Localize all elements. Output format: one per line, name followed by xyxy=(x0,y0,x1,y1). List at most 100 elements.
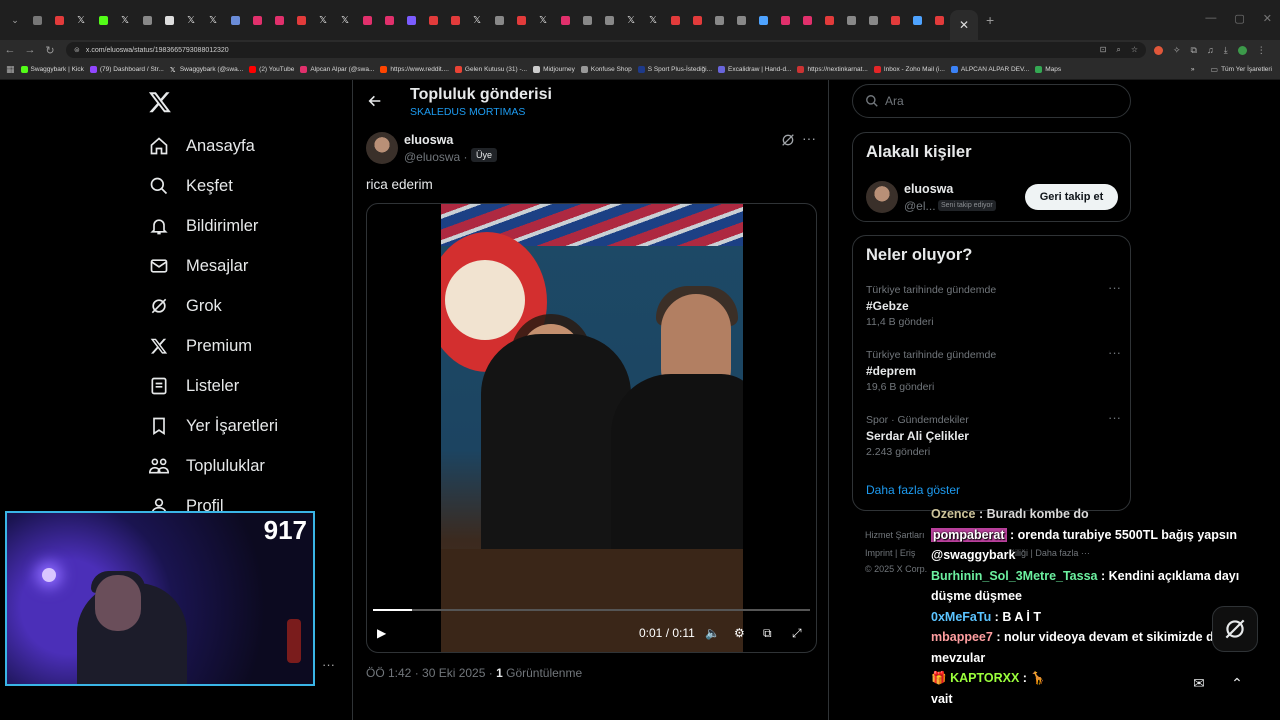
post-timestamp[interactable]: ÖÖ 1:42 · 30 Eki 2025 · xyxy=(366,666,493,680)
nav-item-lists[interactable]: Listeler xyxy=(148,366,278,406)
browser-tab[interactable] xyxy=(862,11,884,29)
video-player[interactable]: ▶ 0:01 / 0:11 🔈 ⚙ ⧉ ⤢ xyxy=(366,203,817,653)
author-name[interactable]: eluoswa xyxy=(404,133,453,147)
browser-tab[interactable] xyxy=(906,11,928,29)
bookmark-item[interactable]: Midjourney xyxy=(533,66,575,73)
grok-floating-button[interactable] xyxy=(1212,606,1258,652)
browser-tab[interactable]: 𝕏 xyxy=(466,11,488,29)
footer-imprint-link[interactable]: Imprint | Eriş xyxy=(865,548,915,558)
bookmark-star-icon[interactable]: ☆ xyxy=(1131,45,1138,55)
browser-tab[interactable] xyxy=(26,11,48,29)
bookmark-item[interactable]: ALPCAN ALPAR DEV... xyxy=(950,66,1029,73)
browser-tab[interactable] xyxy=(708,11,730,29)
browser-tab[interactable] xyxy=(730,11,752,29)
browser-tab[interactable] xyxy=(158,11,180,29)
browser-tab[interactable] xyxy=(48,11,70,29)
extension-icon[interactable] xyxy=(1154,45,1163,55)
bookmarks-overflow-icon[interactable]: » xyxy=(1191,66,1195,73)
back-arrow-icon[interactable] xyxy=(367,93,383,109)
browser-tab[interactable]: 𝕏 xyxy=(114,11,136,29)
bookmark-item[interactable]: https://nextinkarnat... xyxy=(797,66,868,73)
follow-back-button[interactable]: Geri takip et xyxy=(1025,184,1118,210)
browser-tab[interactable] xyxy=(774,11,796,29)
browser-tab[interactable]: 𝕏 xyxy=(180,11,202,29)
browser-tab[interactable]: 𝕏 xyxy=(620,11,642,29)
browser-tab[interactable] xyxy=(246,11,268,29)
play-icon[interactable]: ▶ xyxy=(377,626,386,640)
browser-tab[interactable] xyxy=(400,11,422,29)
zoom-icon[interactable]: ⌕ xyxy=(1116,45,1120,55)
trend-item[interactable]: Türkiye tarihinde gündemde #Gebze 11,4 B… xyxy=(866,280,1121,328)
nav-item-explore[interactable]: Keşfet xyxy=(148,166,278,206)
fullscreen-icon[interactable]: ⤢ xyxy=(792,626,802,641)
footer-terms-link[interactable]: Hizmet Şartları xyxy=(865,530,925,540)
extension-icon[interactable]: ✧ xyxy=(1173,45,1181,56)
more-options-icon[interactable]: ··· xyxy=(802,130,816,146)
downloads-icon[interactable]: ⤓ xyxy=(1224,45,1228,56)
browser-tab[interactable] xyxy=(290,11,312,29)
address-bar[interactable]: ⊜ x.com/eluoswa/status/19836657930880123… xyxy=(66,42,1146,58)
bookmark-item[interactable]: Alpcan Alpar (@swa... xyxy=(300,66,374,73)
nav-item-premium[interactable]: Premium xyxy=(148,326,278,366)
trend-item[interactable]: Spor · Gündemdekiler Serdar Ali Çelikler… xyxy=(866,410,1121,458)
avatar[interactable] xyxy=(866,181,898,213)
community-name-link[interactable]: SKALEDUS MORTIMAS xyxy=(410,106,525,118)
browser-tab[interactable] xyxy=(268,11,290,29)
browser-tab[interactable] xyxy=(796,11,818,29)
nav-item-notifications[interactable]: Bildirimler xyxy=(148,206,278,246)
bookmark-item[interactable]: S Sport Plus-İstediği... xyxy=(637,66,712,73)
apps-grid-icon[interactable]: ▦ xyxy=(6,64,15,75)
nav-item-grok[interactable]: Grok xyxy=(148,286,278,326)
volume-icon[interactable]: 🔈 xyxy=(705,626,720,640)
extensions-puzzle-icon[interactable]: ⧉ xyxy=(1191,45,1197,56)
all-bookmarks-folder[interactable]: ▭ Tüm Yer İşaretleri xyxy=(1211,65,1273,74)
back-icon[interactable]: ← xyxy=(0,44,20,56)
browser-tab[interactable] xyxy=(378,11,400,29)
browser-tab[interactable] xyxy=(686,11,708,29)
related-handle[interactable]: @el... xyxy=(904,199,936,213)
browser-tab[interactable]: 𝕏 xyxy=(202,11,224,29)
browser-tab[interactable] xyxy=(752,11,774,29)
browser-tab[interactable] xyxy=(554,11,576,29)
forward-icon[interactable]: → xyxy=(20,44,40,56)
browser-tab[interactable] xyxy=(884,11,906,29)
pip-icon[interactable]: ⧉ xyxy=(763,626,772,641)
bookmark-item[interactable]: https://www.reddit.... xyxy=(380,66,449,73)
browser-tab[interactable]: 𝕏 xyxy=(312,11,334,29)
new-tab-icon[interactable]: + xyxy=(986,12,994,28)
bookmark-item[interactable]: (2) YouTube xyxy=(249,66,294,73)
more-options-icon[interactable]: ··· xyxy=(1108,345,1121,360)
browser-tab[interactable]: 𝕏 xyxy=(532,11,554,29)
nav-item-messages[interactable]: Mesajlar xyxy=(148,246,278,286)
bookmark-item[interactable]: (79) Dashboard / Str... xyxy=(89,66,164,73)
browser-tab[interactable] xyxy=(818,11,840,29)
bookmark-item[interactable]: Gelen Kutusu (31) -... xyxy=(454,66,527,73)
bookmark-item[interactable]: Inbox - Zoho Mail (i... xyxy=(873,66,945,73)
browser-tab[interactable]: 𝕏 xyxy=(70,11,92,29)
install-icon[interactable]: ⊡ xyxy=(1100,45,1107,55)
browser-tab[interactable] xyxy=(136,11,158,29)
more-options-icon[interactable]: ··· xyxy=(1108,410,1121,425)
bookmark-item[interactable]: Maps xyxy=(1035,66,1061,73)
browser-tab[interactable] xyxy=(224,11,246,29)
nav-item-communities[interactable]: Topluluklar xyxy=(148,446,278,486)
x-logo-icon[interactable] xyxy=(148,90,172,114)
more-options-icon[interactable]: ··· xyxy=(1108,280,1121,295)
messages-drawer[interactable]: ✉ ⌃ xyxy=(1180,663,1256,703)
nav-item-home[interactable]: Anasayfa xyxy=(148,126,278,166)
show-more-link[interactable]: Daha fazla göster xyxy=(866,483,960,497)
bookmark-item[interactable]: Konfuse Shop xyxy=(580,66,632,73)
bookmark-item[interactable]: Excalidraw | Hand-d... xyxy=(718,66,791,73)
bookmark-item[interactable]: Swaggybark | Kick xyxy=(20,66,84,73)
bookmark-item[interactable]: 𝕏 Swaggybark (@swa... xyxy=(169,66,243,74)
browser-tab[interactable] xyxy=(576,11,598,29)
expand-icon[interactable]: ⌃ xyxy=(1231,675,1243,692)
browser-tab[interactable] xyxy=(488,11,510,29)
grok-icon[interactable] xyxy=(780,132,796,148)
browser-tab[interactable] xyxy=(92,11,114,29)
settings-icon[interactable]: ⚙ xyxy=(734,626,745,640)
active-tab-close-icon[interactable]: ✕ xyxy=(950,10,978,40)
tab-search-icon[interactable]: ⌄ xyxy=(4,11,26,29)
browser-tab[interactable] xyxy=(356,11,378,29)
browser-tab[interactable] xyxy=(444,11,466,29)
